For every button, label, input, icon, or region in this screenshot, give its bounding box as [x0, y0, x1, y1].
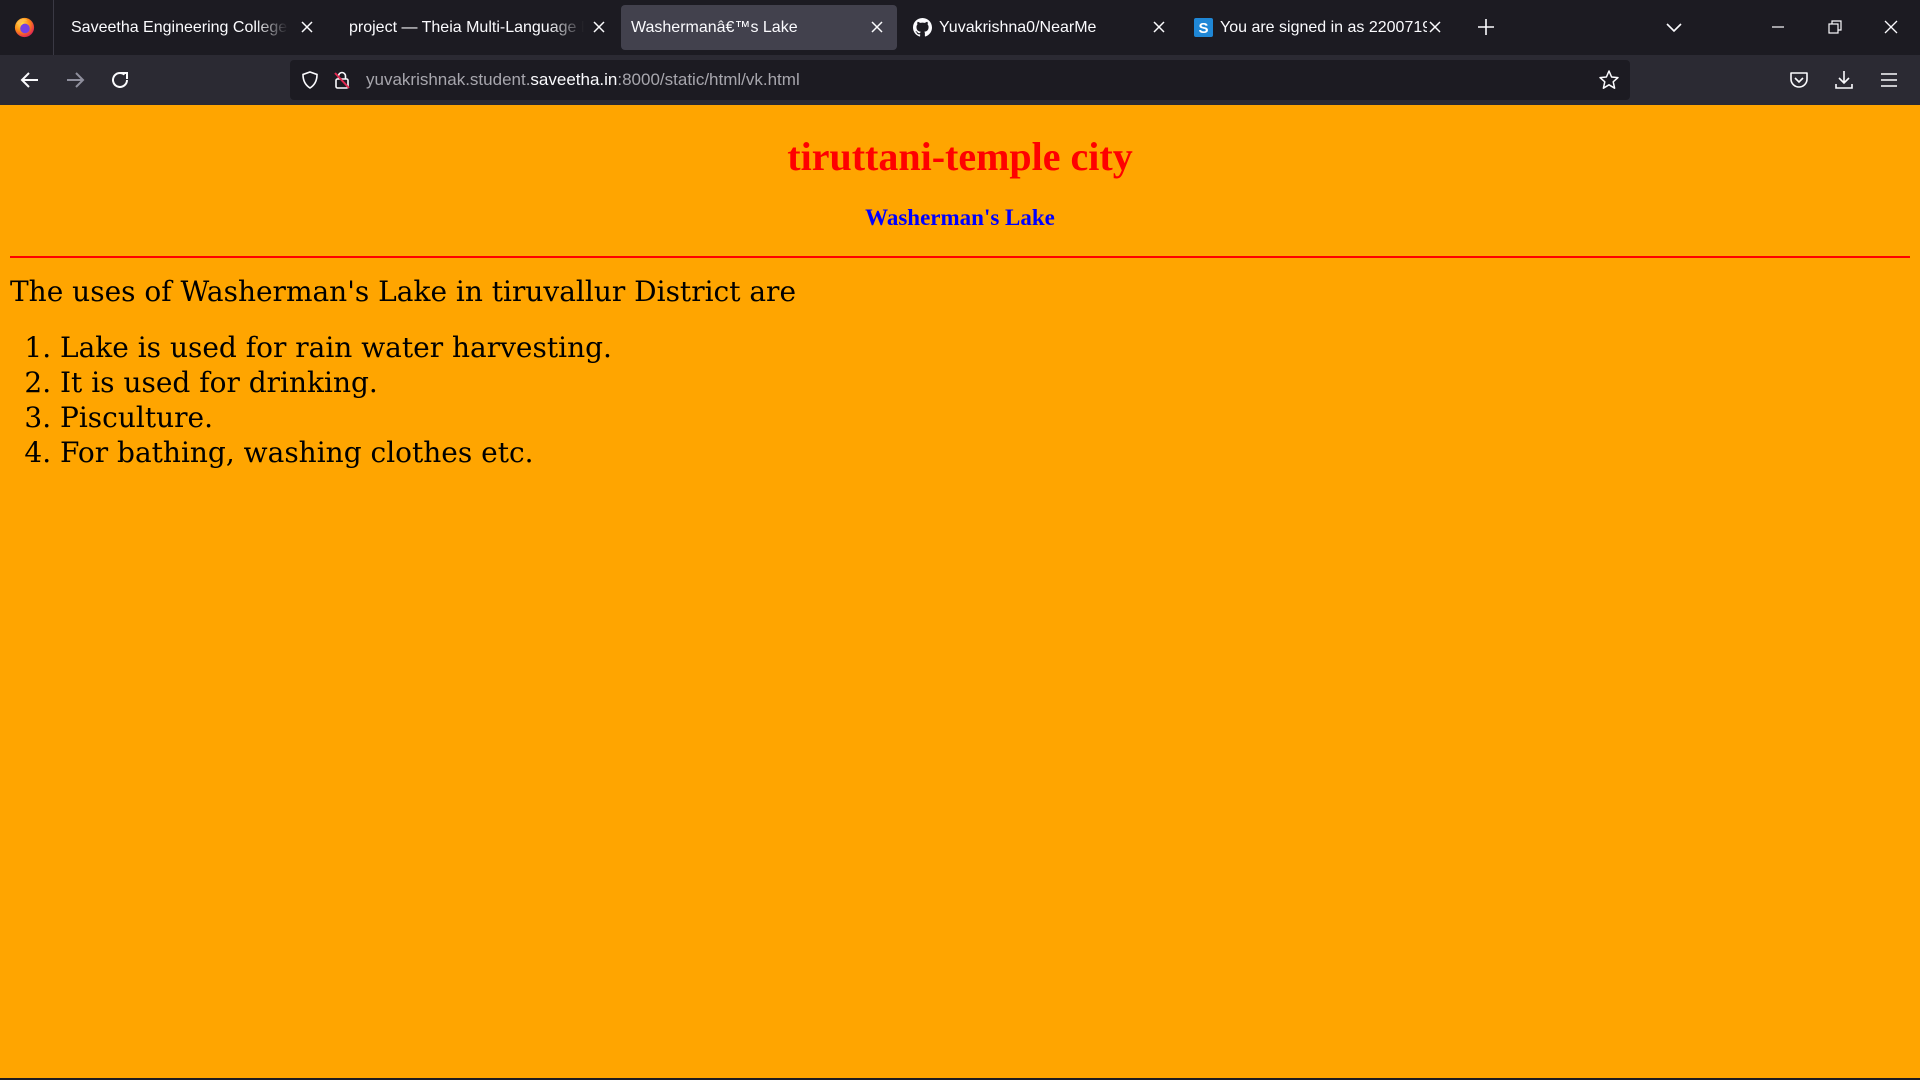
tab-label: project — Theia Multi-Language Ex	[349, 19, 584, 36]
menu-hamburger-icon[interactable]	[1878, 69, 1900, 91]
pocket-icon[interactable]	[1788, 69, 1810, 91]
page-content: tiruttani-temple city Washerman's Lake T…	[0, 105, 1920, 1078]
intro-text: The uses of Washerman's Lake in tiruvall…	[10, 275, 797, 308]
tab-signed-in[interactable]: S You are signed in as 22007191	[1183, 5, 1459, 50]
navigation-toolbar: yuvakrishnak.student.saveetha.in:8000/st…	[0, 55, 1920, 105]
close-tab-icon[interactable]	[1152, 20, 1166, 34]
tab-label: Saveetha Engineering College	[71, 19, 288, 36]
minimize-window-icon[interactable]	[1771, 20, 1785, 34]
bookmark-star-icon[interactable]	[1598, 69, 1620, 91]
reload-icon[interactable]	[108, 68, 132, 92]
close-tab-icon[interactable]	[870, 20, 884, 34]
url-prefix: yuvakrishnak.student.	[366, 70, 531, 89]
firefox-logo-icon[interactable]	[13, 16, 36, 39]
page-subtitle: Washerman's Lake	[865, 205, 1055, 230]
github-icon	[913, 18, 932, 37]
forward-arrow-icon[interactable]	[63, 68, 87, 92]
close-tab-icon[interactable]	[300, 20, 314, 34]
list-item: Pisculture.	[60, 400, 612, 435]
page-title: tiruttani-temple city	[787, 134, 1133, 179]
list-item: Lake is used for rain water harvesting.	[60, 330, 612, 365]
restore-window-icon[interactable]	[1828, 20, 1842, 34]
url-text[interactable]: yuvakrishnak.student.saveetha.in:8000/st…	[366, 60, 800, 100]
tab-github-nearme[interactable]: Yuvakrishna0/NearMe	[900, 5, 1176, 50]
svg-text:S: S	[1198, 20, 1208, 37]
tab-bar: Saveetha Engineering College project — T…	[0, 0, 1920, 55]
downloads-icon[interactable]	[1833, 69, 1855, 91]
back-arrow-icon[interactable]	[18, 68, 42, 92]
tab-saveetha-college[interactable]: Saveetha Engineering College	[56, 5, 328, 50]
new-tab-plus-icon[interactable]	[1476, 17, 1496, 37]
insecure-lock-icon[interactable]	[332, 70, 352, 90]
tab-washermans-lake[interactable]: Washermanâ€™s Lake	[621, 5, 897, 50]
s-icon: S	[1194, 18, 1213, 37]
list-item: It is used for drinking.	[60, 365, 612, 400]
tab-theia-project[interactable]: project — Theia Multi-Language Ex	[334, 5, 606, 50]
close-tab-icon[interactable]	[1428, 20, 1442, 34]
horizontal-rule	[10, 256, 1910, 258]
tab-separator	[53, 0, 54, 55]
tab-label: You are signed in as 22007191	[1220, 19, 1427, 36]
tab-label: Washermanâ€™s Lake	[631, 19, 798, 36]
list-item: For bathing, washing clothes etc.	[60, 435, 612, 470]
tracking-shield-icon[interactable]	[300, 70, 320, 90]
list-all-tabs-chevron-down-icon[interactable]	[1665, 18, 1683, 36]
close-window-icon[interactable]	[1884, 20, 1898, 34]
url-bar[interactable]: yuvakrishnak.student.saveetha.in:8000/st…	[290, 60, 1630, 100]
close-tab-icon[interactable]	[592, 20, 606, 34]
url-host: saveetha.in	[530, 70, 618, 89]
url-suffix: :8000/static/html/vk.html	[617, 70, 800, 89]
uses-list: Lake is used for rain water harvesting. …	[10, 330, 612, 470]
tab-label: Yuvakrishna0/NearMe	[939, 19, 1097, 36]
